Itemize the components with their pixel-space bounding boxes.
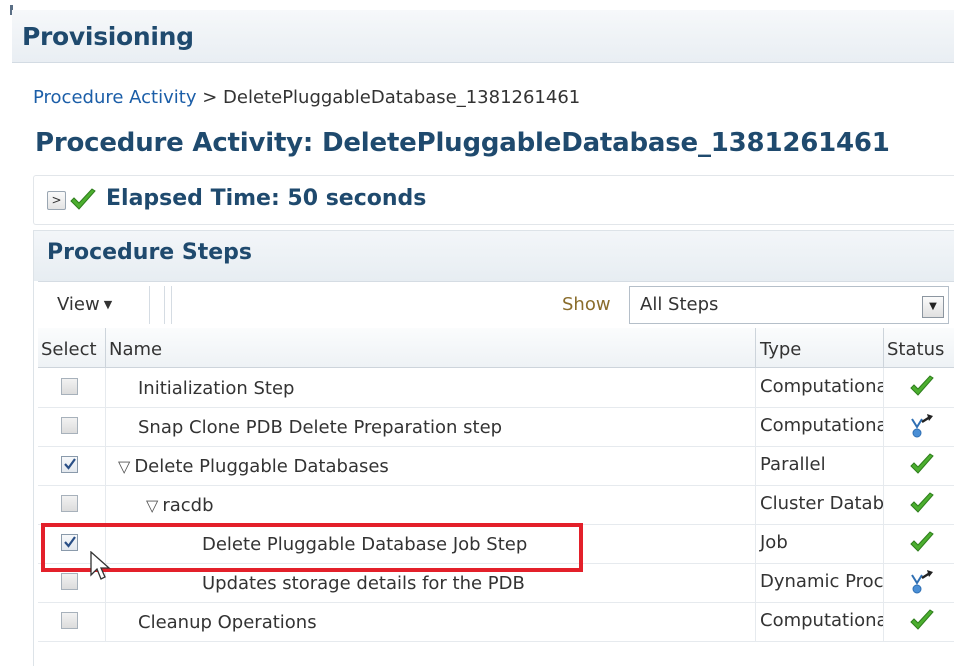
row-checkbox[interactable] [61,417,78,434]
status-cell [884,602,954,641]
view-menu[interactable]: View ▼ [57,294,112,315]
checkmark-icon [64,458,76,470]
tree-toggle-icon[interactable]: ▽ [146,496,158,515]
elapsed-time-text: Elapsed Time: 50 seconds [106,186,427,211]
top-strip [0,0,954,15]
procedure-steps-header: Procedure Steps [34,231,954,281]
table-row[interactable]: ▽ Delete Pluggable Databases Parallel [38,446,954,486]
mouse-pointer-icon [90,551,111,580]
step-name[interactable]: Updates storage details for the PDB [202,573,525,594]
status-cell [884,407,954,446]
select-cell [38,368,106,407]
status-cell [884,485,954,524]
type-cell: Computational [756,407,884,446]
status-cell [884,368,954,407]
table-row[interactable]: Snap Clone PDB Delete Preparation step Co… [38,407,954,447]
success-check-icon [910,531,934,552]
page-title: Provisioning [22,22,194,51]
select-cell [38,485,106,524]
highlight-box [41,523,583,572]
elapsed-time-panel: > Elapsed Time: 50 seconds [33,175,954,225]
column-header-status[interactable]: Status [884,328,954,368]
type-cell: Computational [756,368,884,407]
success-check-icon [910,453,934,474]
row-checkbox[interactable] [61,378,78,395]
tree-toggle-icon[interactable]: ▽ [118,457,130,476]
activity-title: Procedure Activity: DeletePluggableDatab… [35,128,890,158]
step-name[interactable]: Snap Clone PDB Delete Preparation step [138,417,502,438]
type-cell: Cluster Database [756,485,884,524]
column-header-select[interactable]: Select [38,328,106,368]
step-name[interactable]: Delete Pluggable Databases [134,456,389,477]
procedure-steps-panel: Procedure Steps View ▼ Show All Steps ▼ S… [33,230,954,666]
table-row[interactable]: Initialization Step Computational [38,368,954,408]
check-icon [70,188,96,210]
step-name[interactable]: Initialization Step [138,378,294,399]
select-cell [38,446,106,485]
column-header-name[interactable]: Name [106,328,756,368]
type-cell: Parallel [756,446,884,485]
table-row[interactable]: ▽racdbCluster Database [38,485,954,525]
row-checkbox[interactable] [61,612,78,629]
steps-toolbar: View ▼ Show All Steps ▼ [38,281,954,329]
name-cell: ▽ racdb [106,485,756,524]
expand-toggle[interactable]: > [47,191,66,210]
skipped-step-icon [911,414,933,438]
type-cell: Dynamic Procedure [756,563,884,602]
step-name[interactable]: Cleanup Operations [138,612,317,633]
breadcrumb-current: DeletePluggableDatabase_1381261461 [223,87,581,108]
name-cell: Snap Clone PDB Delete Preparation step [106,407,756,446]
dropdown-arrow-icon[interactable]: ▼ [922,296,944,318]
status-cell [884,446,954,485]
column-header-type[interactable]: Type [756,328,884,368]
name-cell: Cleanup Operations [106,602,756,641]
select-cell [38,407,106,446]
step-name[interactable]: racdb [162,495,213,516]
row-checkbox[interactable] [61,495,78,512]
type-cell: Job [756,524,884,563]
show-select[interactable]: All Steps ▼ [629,286,949,324]
row-checkbox[interactable] [61,456,78,473]
show-label: Show [562,294,611,315]
status-cell [884,563,954,602]
breadcrumb-separator: > [202,87,218,108]
breadcrumb: Procedure Activity > DeletePluggableData… [33,87,580,108]
success-check-icon [910,375,934,396]
name-cell: ▽ Delete Pluggable Databases [106,446,756,485]
row-checkbox[interactable] [61,573,78,590]
type-cell: Computational [756,602,884,641]
table-row[interactable]: Cleanup Operations Computational [38,602,954,642]
view-menu-label: View [57,294,100,315]
toolbar-divider [164,286,172,324]
procedure-steps-title: Procedure Steps [47,240,253,265]
select-cell [38,602,106,641]
success-check-icon [910,609,934,630]
status-cell [884,524,954,563]
chevron-down-icon: ▼ [103,298,113,311]
skipped-step-icon [911,570,933,594]
name-cell: Initialization Step [106,368,756,407]
success-check-icon [910,492,934,513]
breadcrumb-link-procedure-activity[interactable]: Procedure Activity [33,87,196,108]
toolbar-divider [149,286,150,324]
show-select-value: All Steps [640,294,719,315]
